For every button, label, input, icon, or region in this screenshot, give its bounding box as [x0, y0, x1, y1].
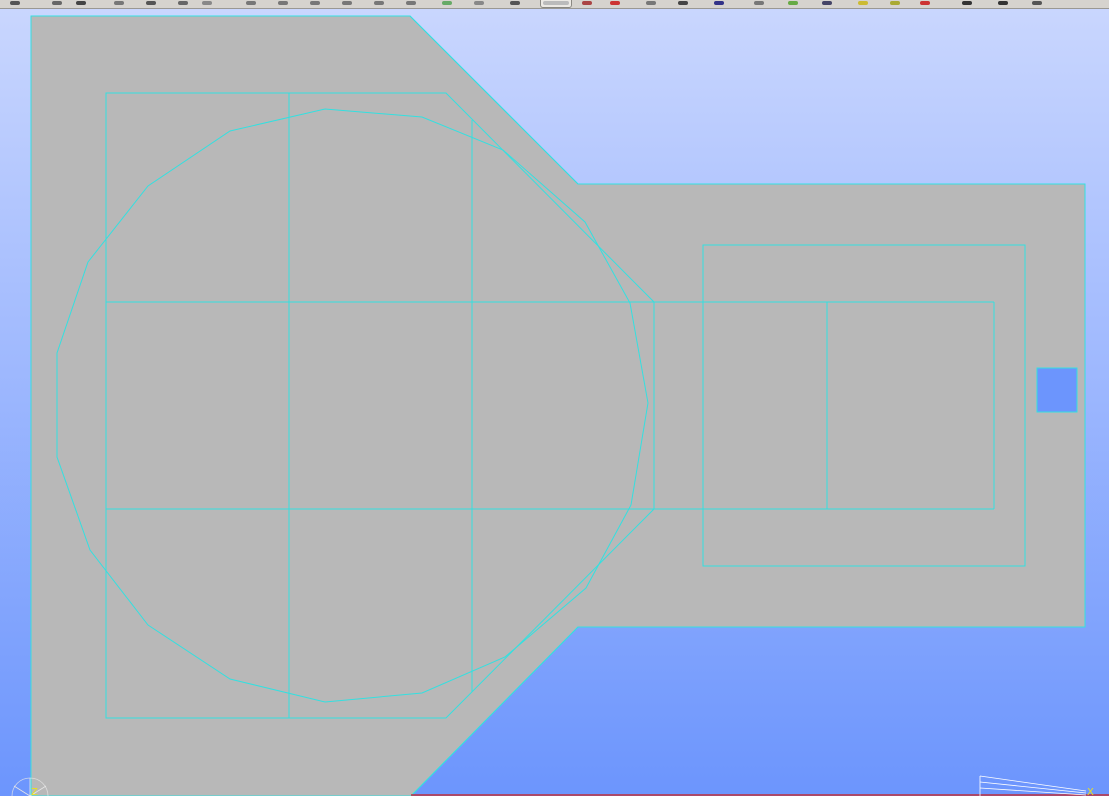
export-image-button[interactable]: [856, 0, 870, 7]
scene-canvas[interactable]: Z X: [0, 9, 1109, 796]
view-right-icon: [342, 1, 352, 5]
pointer-button[interactable]: [50, 0, 64, 7]
redo-icon: [114, 1, 124, 5]
shaded-edges-icon: [543, 1, 569, 5]
axes-icon: [822, 1, 832, 5]
view-left-button[interactable]: [308, 0, 322, 7]
undo-icon: [76, 1, 86, 5]
settings-icon: [1032, 1, 1042, 5]
filter-icon: [962, 1, 972, 5]
zoom-button[interactable]: [200, 0, 214, 7]
select-arrow-button[interactable]: [8, 0, 22, 7]
x-axis-label: X: [1087, 787, 1094, 796]
wireframe-button[interactable]: [472, 0, 486, 7]
color-icon: [610, 1, 620, 5]
view-top-button[interactable]: [372, 0, 386, 7]
view-front-icon: [246, 1, 256, 5]
select-arrow-icon: [10, 1, 20, 5]
material-icon: [646, 1, 656, 5]
view-back-icon: [278, 1, 288, 5]
3d-viewport[interactable]: Z X: [0, 9, 1109, 796]
cad-application-window: Z X: [0, 0, 1109, 796]
view-left-icon: [310, 1, 320, 5]
export-image-icon: [858, 1, 868, 5]
clip-plane-icon: [678, 1, 688, 5]
undo-button[interactable]: [74, 0, 88, 7]
grid-button[interactable]: [786, 0, 800, 7]
section-icon: [714, 1, 724, 5]
measure-button[interactable]: [752, 0, 766, 7]
pointer-icon: [52, 1, 62, 5]
shaded-button[interactable]: [508, 0, 522, 7]
pan-icon: [178, 1, 188, 5]
view-bottom-icon: [406, 1, 416, 5]
section-button[interactable]: [712, 0, 726, 7]
z-axis-label: Z: [31, 787, 38, 796]
light-button[interactable]: [888, 0, 902, 7]
color-button[interactable]: [608, 0, 622, 7]
view-top-icon: [374, 1, 384, 5]
hidden-line-button[interactable]: [580, 0, 594, 7]
camera-button[interactable]: [996, 0, 1010, 7]
settings-button[interactable]: [1030, 0, 1044, 7]
material-button[interactable]: [644, 0, 658, 7]
view-iso-icon: [442, 1, 452, 5]
pan-button[interactable]: [176, 0, 190, 7]
shaded-edges-button[interactable]: [540, 0, 572, 8]
square-hole[interactable]: [1036, 367, 1078, 413]
delete-button[interactable]: [918, 0, 932, 7]
zoom-icon: [202, 1, 212, 5]
grid-icon: [788, 1, 798, 5]
shaded-icon: [510, 1, 520, 5]
hidden-line-icon: [582, 1, 592, 5]
redo-button[interactable]: [112, 0, 126, 7]
rotate-icon: [146, 1, 156, 5]
measure-icon: [754, 1, 764, 5]
light-icon: [890, 1, 900, 5]
view-back-button[interactable]: [276, 0, 290, 7]
rotate-button[interactable]: [144, 0, 158, 7]
main-toolbar: [0, 0, 1109, 9]
view-right-button[interactable]: [340, 0, 354, 7]
view-bottom-button[interactable]: [404, 0, 418, 7]
view-front-button[interactable]: [244, 0, 258, 7]
view-iso-button[interactable]: [440, 0, 454, 7]
delete-icon: [920, 1, 930, 5]
filter-button[interactable]: [960, 0, 974, 7]
clip-plane-button[interactable]: [676, 0, 690, 7]
camera-icon: [998, 1, 1008, 5]
axes-button[interactable]: [820, 0, 834, 7]
wireframe-icon: [474, 1, 484, 5]
